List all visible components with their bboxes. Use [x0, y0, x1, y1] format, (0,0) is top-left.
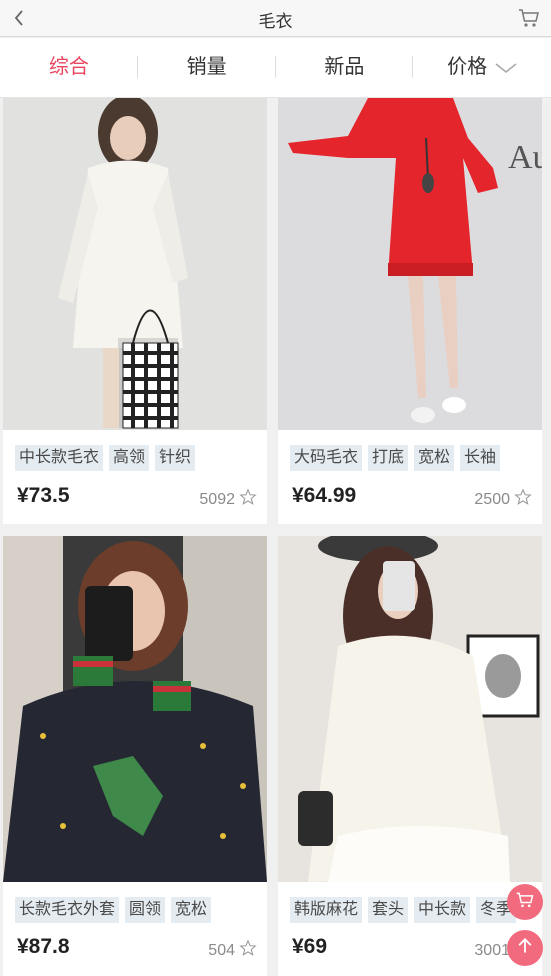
product-tag: 长款毛衣外套: [15, 897, 120, 923]
svg-text:Au: Au: [508, 139, 542, 176]
product-image[interactable]: [3, 536, 267, 882]
sales-count: 5092: [199, 490, 235, 508]
tag-list: 长款毛衣外套 圆领 宽松: [15, 897, 212, 923]
floating-cart-button[interactable]: [507, 884, 543, 920]
sales-info: 2500: [474, 488, 532, 511]
page-title: 毛衣: [258, 12, 293, 31]
product-tag: 长袖: [460, 445, 501, 471]
product-tag: 大码毛衣: [290, 445, 363, 471]
arrow-up-icon: [515, 936, 535, 961]
product-card[interactable]: Au 大码毛衣 打底 宽松 长袖 ¥64.99 2500: [278, 98, 542, 524]
product-tag: 宽松: [414, 445, 455, 471]
sales-count: 3001: [474, 941, 510, 959]
tag-list: 中长款毛衣 高领 针织: [15, 445, 196, 471]
product-tag: 宽松: [171, 897, 212, 923]
sales-count: 2500: [474, 490, 510, 508]
product-image[interactable]: [3, 98, 267, 430]
product-price: ¥73.5: [17, 484, 70, 507]
sort-tabs: 综合 销量 新品 价格: [0, 38, 551, 98]
tab-price[interactable]: 价格: [413, 38, 551, 97]
tab-new[interactable]: 新品: [276, 38, 414, 97]
product-card[interactable]: 韩版麻花 套头 中长款 冬季 ¥69 3001: [278, 536, 542, 976]
product-price: ¥69: [292, 935, 328, 958]
product-image[interactable]: [278, 536, 542, 882]
product-price: ¥64.99: [292, 484, 357, 507]
tag-list: 韩版麻花 套头 中长款 冬季: [290, 897, 517, 923]
product-tag: 韩版麻花: [290, 897, 363, 923]
product-tag: 高领: [109, 445, 150, 471]
tab-sales[interactable]: 销量: [138, 38, 276, 97]
product-tag: 圆领: [125, 897, 166, 923]
product-tag: 打底: [368, 445, 409, 471]
tab-comprehensive[interactable]: 综合: [0, 38, 138, 97]
product-tag: 中长款毛衣: [15, 445, 104, 471]
sales-info: 5092: [199, 488, 257, 511]
cart-icon[interactable]: [517, 6, 541, 30]
star-icon[interactable]: [514, 488, 532, 511]
chevron-down-icon: [495, 39, 517, 97]
product-tag: 套头: [368, 897, 409, 923]
sales-count: 504: [208, 941, 235, 959]
product-card[interactable]: 长款毛衣外套 圆领 宽松 ¥87.8 504: [3, 536, 267, 976]
top-bar: 毛衣: [0, 0, 551, 37]
product-image[interactable]: Au: [278, 98, 542, 430]
product-tag: 针织: [155, 445, 196, 471]
cart-icon: [515, 890, 535, 915]
product-tag: 中长款: [414, 897, 471, 923]
product-price: ¥87.8: [17, 935, 70, 958]
star-icon[interactable]: [239, 939, 257, 962]
product-card[interactable]: 中长款毛衣 高领 针织 ¥73.5 5092: [3, 98, 267, 524]
tag-list: 大码毛衣 打底 宽松 长袖: [290, 445, 501, 471]
sales-info: 504: [208, 939, 257, 962]
back-to-top-button[interactable]: [507, 930, 543, 966]
star-icon[interactable]: [239, 488, 257, 511]
